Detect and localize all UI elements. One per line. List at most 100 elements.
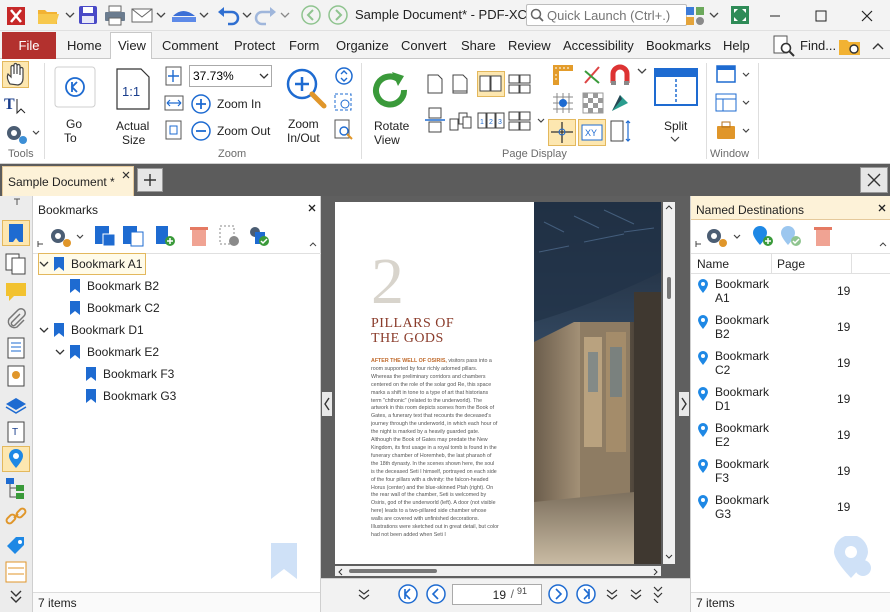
expand-toggle-icon[interactable] [39, 259, 49, 269]
collapse-toolbar-icon[interactable] [309, 240, 317, 248]
zoom-in-out-button[interactable]: Zoom In/Out [280, 62, 332, 145]
close-document-button[interactable] [860, 167, 888, 193]
scroll-down-icon[interactable] [665, 554, 673, 560]
rulers-icon[interactable] [551, 63, 575, 87]
single-page-icon[interactable] [424, 73, 446, 95]
fit-page-icon[interactable] [164, 66, 184, 86]
menu-form[interactable]: Form [289, 38, 319, 53]
scan-icon[interactable] [170, 4, 210, 26]
add-child-bookmark-icon[interactable] [121, 224, 145, 248]
close-panel-icon[interactable] [308, 204, 316, 212]
menu-view[interactable]: View [118, 38, 146, 53]
measure-icon[interactable] [581, 63, 603, 87]
facing-pages-button[interactable] [477, 71, 505, 97]
menu-share[interactable]: Share [461, 38, 496, 53]
next-page-icon[interactable] [547, 583, 569, 605]
new-window-icon[interactable] [714, 63, 754, 87]
close-panel-icon[interactable] [878, 204, 886, 212]
menu-protect[interactable]: Protect [234, 38, 275, 53]
email-icon[interactable] [130, 4, 166, 26]
destinations-pane-button[interactable] [2, 446, 30, 472]
bookmark-properties-icon[interactable] [217, 224, 241, 248]
page-layout-icon[interactable] [508, 109, 548, 133]
destination-row[interactable]: Bookmark A1 19 [697, 276, 882, 312]
bookmark-tree-item[interactable]: Bookmark A1 [37, 253, 147, 275]
layers-pane-icon[interactable] [4, 392, 28, 416]
menu-review[interactable]: Review [508, 38, 551, 53]
bookmark-tree-item[interactable]: Bookmark C2 [55, 298, 160, 318]
verify-destination-icon[interactable] [779, 224, 803, 248]
destination-row[interactable]: Bookmark B2 19 [697, 312, 882, 348]
close-tab-icon[interactable] [121, 170, 131, 180]
coordinates-button[interactable]: XY [578, 119, 606, 146]
minimize-button[interactable] [752, 0, 798, 31]
open-folder-icon[interactable] [36, 4, 76, 26]
split-button[interactable]: Split [650, 62, 700, 144]
page-size-icon[interactable] [608, 119, 632, 145]
tags-pane-icon[interactable]: T [4, 420, 28, 444]
properties-pane-icon[interactable] [4, 364, 28, 388]
destination-row[interactable]: Bookmark C2 19 [697, 348, 882, 384]
nav-options-icon[interactable] [357, 587, 371, 601]
prev-view-icon[interactable] [629, 587, 643, 601]
menu-find[interactable]: Find... [800, 38, 836, 53]
page-number-box[interactable]: 19 / 91 [452, 584, 542, 605]
add-destination-icon[interactable] [751, 224, 775, 248]
close-window-button[interactable] [844, 0, 890, 31]
scroll-left-icon[interactable] [337, 568, 343, 576]
nav-more-icon[interactable] [605, 587, 619, 601]
snap-magnet-icon[interactable] [608, 63, 632, 87]
links-pane-icon[interactable] [4, 504, 28, 528]
marquee-zoom-icon[interactable] [333, 92, 355, 114]
horizontal-scroll-thumb[interactable] [349, 569, 437, 573]
destination-row[interactable]: Bookmark E2 19 [697, 420, 882, 456]
grid-icon[interactable] [551, 91, 575, 115]
menu-convert[interactable]: Convert [401, 38, 447, 53]
maximize-button[interactable] [798, 0, 844, 31]
page-numbers-icon[interactable]: 123 [477, 109, 505, 133]
hand-tool-button[interactable] [2, 61, 29, 88]
fit-visible-icon[interactable] [164, 120, 184, 140]
stamps-pane-icon[interactable] [4, 534, 28, 558]
comments-pane-icon[interactable] [4, 280, 28, 304]
quick-launch-input[interactable] [547, 6, 685, 24]
structure-pane-icon[interactable] [4, 476, 28, 500]
horizontal-scrollbar[interactable] [335, 566, 661, 576]
ui-options-icon[interactable] [684, 4, 720, 26]
rotate-view-button[interactable]: Rotate View [366, 62, 418, 147]
print-icon[interactable] [103, 4, 127, 26]
bookmark-options-icon[interactable] [47, 224, 85, 248]
expand-toggle-icon[interactable] [55, 347, 65, 357]
menu-home[interactable]: Home [67, 38, 102, 53]
destination-options-icon[interactable] [703, 224, 743, 248]
document-tab[interactable]: Sample Document * [2, 166, 134, 196]
add-bookmark-icon[interactable] [93, 224, 117, 248]
column-divider[interactable] [851, 254, 852, 274]
destination-row[interactable]: Bookmark F3 19 [697, 456, 882, 492]
menu-organize[interactable]: Organize [336, 38, 389, 53]
zoom-out-button[interactable]: Zoom Out [189, 120, 277, 142]
search-folder-icon[interactable] [838, 35, 862, 57]
new-bookmark-icon[interactable] [153, 224, 177, 248]
workspace-icon[interactable] [714, 119, 754, 143]
menu-accessibility[interactable]: Accessibility [563, 38, 634, 53]
view-options-icon[interactable] [651, 585, 665, 603]
zoom-level-input[interactable] [193, 67, 255, 85]
expand-toggle-icon[interactable] [39, 325, 49, 335]
pages-pane-icon[interactable] [4, 252, 28, 276]
menu-bookmarks[interactable]: Bookmarks [646, 38, 711, 53]
split-horizontal-icon[interactable] [424, 107, 446, 133]
destination-row[interactable]: Bookmark G3 19 [697, 492, 882, 528]
loupe-icon[interactable] [333, 119, 355, 141]
tools-options-icon[interactable] [3, 121, 41, 145]
attachments-pane-icon[interactable] [4, 308, 28, 332]
menu-help[interactable]: Help [723, 38, 750, 53]
chevron-down-icon[interactable] [636, 65, 648, 79]
current-page-number[interactable]: 19 [493, 588, 506, 602]
collapse-ribbon-icon[interactable] [872, 41, 884, 51]
zoom-in-button[interactable]: Zoom In [189, 93, 273, 115]
back-icon[interactable] [300, 4, 322, 26]
go-to-button[interactable]: Go To [50, 62, 100, 145]
zoom-level-select[interactable] [189, 65, 272, 87]
form-fields-pane-icon[interactable] [4, 560, 28, 584]
